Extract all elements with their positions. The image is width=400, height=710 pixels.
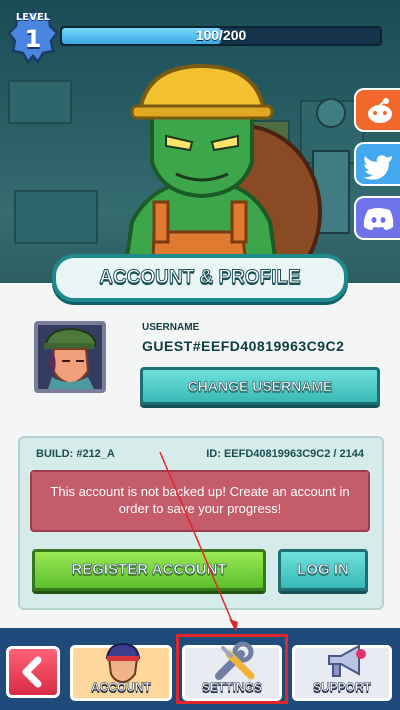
top-hud: LEVEL 1 100/200 [0,0,400,72]
change-username-button[interactable]: CHANGE USERNAME [140,367,380,405]
xp-text: 100/200 [195,27,247,43]
tab-support-label: SUPPORT [312,680,372,695]
username-label: USERNAME [142,322,200,333]
reddit-icon [368,98,392,123]
username-value: GUEST#EEFD40819963C9C2 [142,338,345,354]
twitter-icon [363,155,392,180]
level-badge: LEVEL 1 [7,7,59,65]
avatar-portrait [38,325,102,389]
back-button[interactable] [6,646,60,698]
tab-account[interactable]: ACCOUNT [70,642,172,701]
discord-button[interactable] [354,196,400,240]
panel-title-plate: ACCOUNT & PROFILE [52,254,348,302]
account-id: ID: EEFD40819963C9C2 / 2144 [206,448,364,460]
level-value: 1 [24,25,42,53]
backup-warning: This account is not backed up! Create an… [30,470,370,532]
reddit-button[interactable] [354,88,400,132]
chevron-left-icon [22,656,42,688]
twitter-button[interactable] [354,142,400,186]
settings-highlight-box [176,634,288,704]
discord-icon [363,208,394,230]
account-avatar-icon [105,642,141,684]
level-label: LEVEL [15,12,51,23]
tab-account-label: ACCOUNT [91,680,152,695]
megaphone-icon [328,644,366,677]
wall-brick [14,190,98,244]
page-title: ACCOUNT & PROFILE [99,267,302,289]
build-number: BUILD: #212_A [36,448,115,460]
xp-progress-bar: 100/200 [60,26,382,46]
avatar [34,321,106,393]
wall-brick [8,80,72,124]
log-in-button[interactable]: LOG IN [278,549,368,591]
register-account-button[interactable]: REGISTER ACCOUNT [32,549,266,591]
tab-support[interactable]: SUPPORT [292,644,392,701]
